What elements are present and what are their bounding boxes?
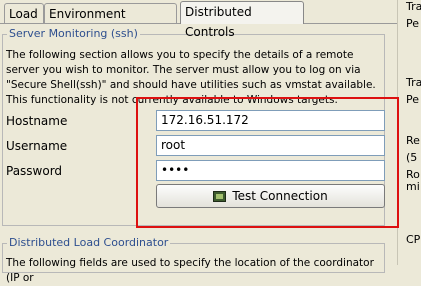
right-text: Pe	[406, 17, 420, 30]
distributed-load-coordinator-group: Distributed Load Coordinator The followi…	[2, 236, 385, 284]
right-text: Tra	[406, 0, 421, 13]
right-text: Tra	[406, 76, 421, 89]
server-monitoring-legend: Server Monitoring (ssh)	[7, 27, 140, 41]
right-panel-clipped: Tra Pe Tra Pe Re (5 Ro mi CP	[397, 0, 421, 265]
right-text: Pe	[406, 93, 420, 106]
tab-distributed-controls[interactable]: Distributed Controls	[180, 1, 304, 39]
username-label: Username	[6, 139, 68, 153]
test-connection-label: Test Connection	[232, 189, 328, 203]
monitor-icon	[213, 190, 227, 202]
hostname-label: Hostname	[6, 114, 68, 128]
hostname-input[interactable]: 172.16.51.172	[156, 110, 385, 131]
password-input[interactable]: ••••	[156, 160, 385, 181]
tab-load[interactable]: Load	[4, 3, 44, 23]
distributed-controls-panel: Load Environment Variables Distributed C…	[0, 0, 397, 284]
test-connection-button[interactable]: Test Connection	[156, 184, 385, 208]
server-monitoring-description: The following section allows you to spec…	[6, 49, 376, 106]
tab-environment-variables[interactable]: Environment Variables	[44, 3, 177, 41]
right-text: CP	[406, 233, 421, 246]
distributed-coordinator-description: The following fields are used to specify…	[6, 257, 374, 284]
right-text: Re	[406, 134, 420, 147]
right-text: (5	[406, 151, 418, 164]
password-label: Password	[6, 164, 63, 178]
distributed-coordinator-legend: Distributed Load Coordinator	[7, 236, 171, 250]
right-text: mi	[406, 180, 420, 193]
username-input[interactable]: root	[156, 135, 385, 156]
server-monitoring-group: Server Monitoring (ssh) The following se…	[2, 27, 385, 226]
